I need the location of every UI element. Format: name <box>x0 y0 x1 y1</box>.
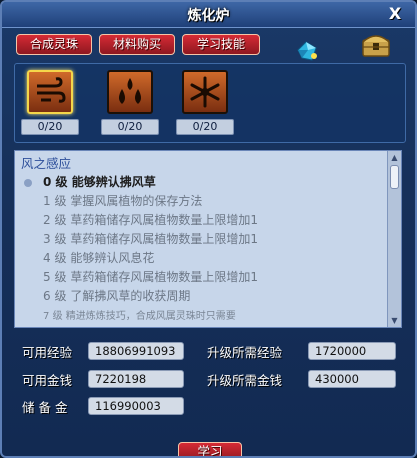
alchemy-furnace-window: 炼化炉 X 合成灵珠 材料购买 学习技能 0/20 0/20 0/20 风之感应… <box>0 0 417 458</box>
level-number: 7 <box>43 311 50 322</box>
skill-water[interactable] <box>107 70 153 114</box>
treasure-chest-icon[interactable] <box>360 31 392 59</box>
current-level-bullet <box>24 179 32 187</box>
skill-ice[interactable] <box>182 70 228 114</box>
title-bar[interactable]: 炼化炉 X <box>2 2 415 28</box>
level-row: 2 级 草药箱储存风属植物数量上限增加1 <box>43 211 258 229</box>
level-list-scrollbar[interactable]: ▲ ▼ <box>387 151 401 327</box>
skill-name-heading: 风之感应 <box>21 156 72 171</box>
gem-icon[interactable] <box>292 36 322 66</box>
available-money-value: 7220198 <box>88 370 184 388</box>
level-text: 草药箱储存风属植物数量上限增加1 <box>70 213 258 227</box>
level-text: 能够辨认拂风草 <box>71 175 156 189</box>
level-row: 1 级 掌握风属植物的保存方法 <box>43 192 202 210</box>
level-text: 精进炼炼技巧，合成风属灵珠时只需要 <box>65 311 236 322</box>
skill-icons-panel: 0/20 0/20 0/20 <box>14 63 406 143</box>
skill-wind[interactable] <box>27 70 73 114</box>
skill-wind-count: 0/20 <box>21 119 79 135</box>
skill-ice-count: 0/20 <box>176 119 234 135</box>
level-row: 4 级 能够辨认风息花 <box>43 249 154 267</box>
level-row: 7 级 精进炼炼技巧，合成风属灵珠时只需要 <box>43 308 236 326</box>
available-exp-label: 可用经验 <box>22 345 73 360</box>
level-row-current: 0 级 能够辨认拂风草 <box>43 173 156 191</box>
tab-buy-materials[interactable]: 材料购买 <box>99 34 175 55</box>
required-exp-value: 1720000 <box>308 342 396 360</box>
level-unit: 级 <box>55 175 68 189</box>
level-unit: 级 <box>52 311 63 322</box>
tab-learn-skills[interactable]: 学习技能 <box>182 34 260 55</box>
level-row: 3 级 草药箱储存风属植物数量上限增加1 <box>43 230 258 248</box>
level-number: 3 <box>43 232 51 246</box>
close-button[interactable]: X <box>385 4 405 24</box>
level-unit: 级 <box>54 194 67 208</box>
level-row: 5 级 草药箱储存风属植物数量上限增加1 <box>43 268 258 286</box>
level-number: 0 <box>43 175 52 189</box>
reserve-money-label: 储 备 金 <box>22 400 68 415</box>
snowflake-icon <box>190 76 220 108</box>
scroll-down-arrow-icon[interactable]: ▼ <box>389 315 400 326</box>
tab-synthesize-pearl[interactable]: 合成灵珠 <box>16 34 92 55</box>
level-number: 5 <box>43 270 51 284</box>
level-number: 4 <box>43 251 51 265</box>
level-unit: 级 <box>54 232 67 246</box>
learn-button[interactable]: 学习 <box>178 442 242 456</box>
level-unit: 级 <box>54 213 67 227</box>
reserve-money-value: 116990003 <box>88 397 184 415</box>
available-exp-value: 18806991093 <box>88 342 184 360</box>
required-money-value: 430000 <box>308 370 396 388</box>
required-money-label: 升级所需金钱 <box>207 373 283 388</box>
level-unit: 级 <box>54 270 67 284</box>
level-number: 6 <box>43 289 51 303</box>
scroll-up-arrow-icon[interactable]: ▲ <box>389 152 400 163</box>
level-text: 草药箱储存风属植物数量上限增加1 <box>70 270 258 284</box>
window-title: 炼化炉 <box>187 8 230 24</box>
required-exp-label: 升级所需经验 <box>207 345 283 360</box>
skill-water-count: 0/20 <box>101 119 159 135</box>
level-unit: 级 <box>54 289 67 303</box>
skill-level-list: 风之感应 0 级 能够辨认拂风草 1 级 掌握风属植物的保存方法 2 级 草药箱… <box>14 150 402 328</box>
level-text: 掌握风属植物的保存方法 <box>70 194 203 208</box>
level-row: 6 级 了解拂风草的收获周期 <box>43 287 190 305</box>
level-text: 草药箱储存风属植物数量上限增加1 <box>70 232 258 246</box>
wind-icon <box>37 77 66 103</box>
water-drops-icon <box>119 78 141 104</box>
level-unit: 级 <box>54 251 67 265</box>
scroll-thumb[interactable] <box>390 165 399 189</box>
level-number: 1 <box>43 194 51 208</box>
level-text: 了解拂风草的收获周期 <box>70 289 191 303</box>
level-number: 2 <box>43 213 51 227</box>
level-text: 能够辨认风息花 <box>70 251 155 265</box>
available-money-label: 可用金钱 <box>22 373 73 388</box>
